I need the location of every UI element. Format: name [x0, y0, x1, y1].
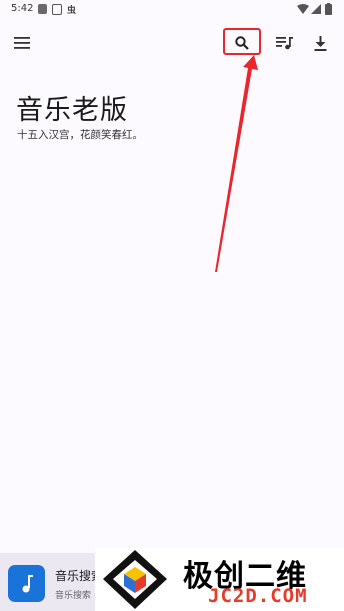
album-art [8, 565, 45, 602]
mini-player-subtitle: 音乐搜索 [55, 591, 92, 601]
watermark-logo [103, 550, 167, 609]
music-note-icon [22, 574, 33, 592]
page-title: 音乐老版 [16, 95, 128, 126]
page-subtitle: 十五入汉宫，花颜笑春红。 [17, 129, 143, 141]
watermark-domain: JC2D.COM [208, 585, 308, 607]
watermark: 极创二维 JC2D.COM [95, 548, 344, 611]
